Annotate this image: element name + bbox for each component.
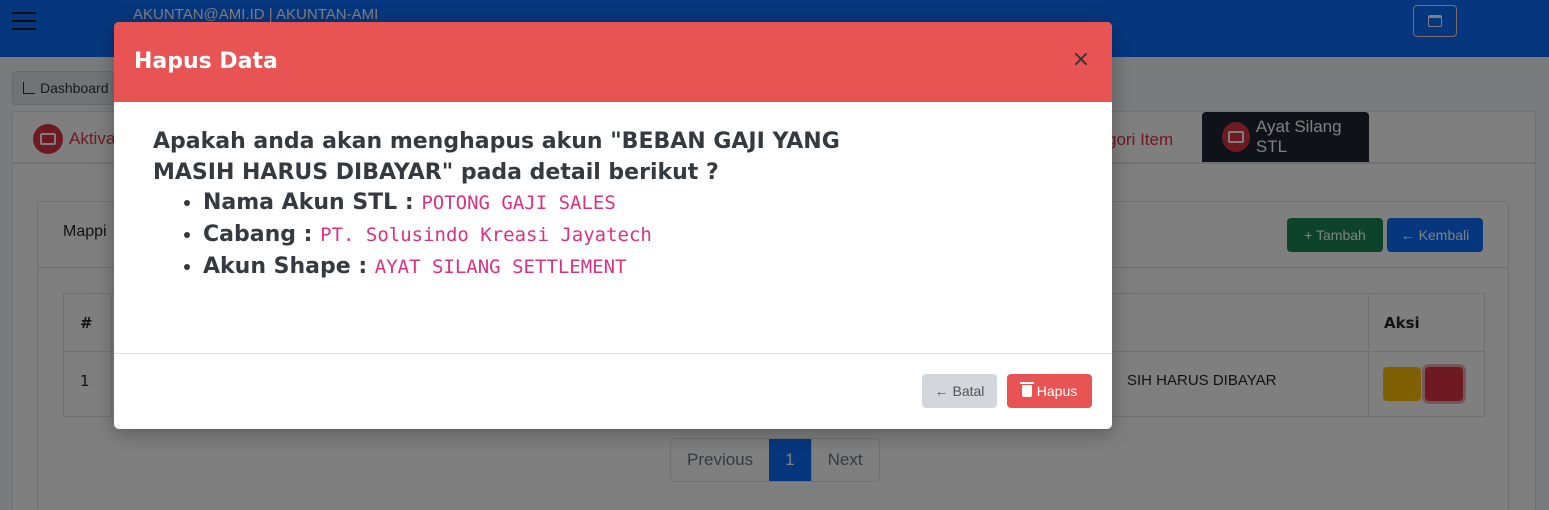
detail-value: POTONG GAJI SALES (421, 192, 616, 214)
cancel-button[interactable]: ← Batal (922, 374, 997, 408)
modal-title: Hapus Data (134, 49, 278, 74)
detail-item: Cabang : PT. Solusindo Kreasi Jayatech (203, 219, 652, 251)
confirm-question: Apakah anda akan menghapus akun "BEBAN G… (153, 129, 840, 185)
delete-button[interactable]: Hapus (1007, 374, 1092, 408)
detail-value: PT. Solusindo Kreasi Jayatech (320, 224, 652, 246)
modal-header: Hapus Data × (114, 22, 1112, 102)
detail-item: Akun Shape : AYAT SILANG SETTLEMENT (203, 251, 652, 283)
detail-item: Nama Akun STL : POTONG GAJI SALES (203, 187, 652, 219)
modal-body: Apakah anda akan menghapus akun "BEBAN G… (114, 102, 1112, 354)
close-icon[interactable]: × (1066, 44, 1096, 74)
trash-icon (1019, 382, 1034, 397)
detail-list: Nama Akun STL : POTONG GAJI SALES Cabang… (203, 187, 652, 283)
delete-modal: Hapus Data × Apakah anda akan menghapus … (114, 22, 1112, 429)
detail-value: AYAT SILANG SETTLEMENT (374, 256, 627, 278)
